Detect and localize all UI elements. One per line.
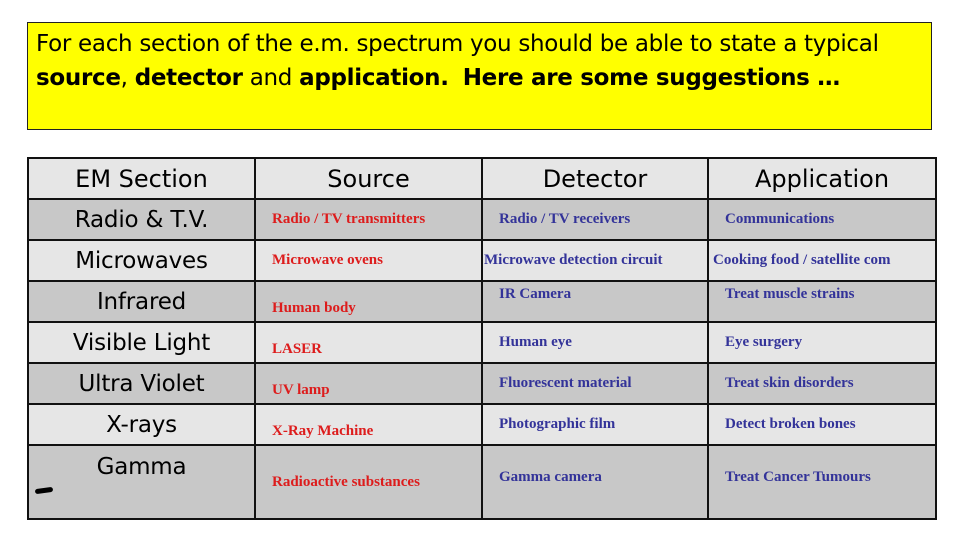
application-cell: Treat Cancer Tumours <box>707 444 937 520</box>
table-row: Radio & T.V. Radio / TV transmitters Rad… <box>27 198 937 241</box>
intro-text: and <box>242 65 300 91</box>
source-cell: UV lamp <box>254 362 483 405</box>
application-cell: Treat muscle strains <box>707 280 937 323</box>
detector-cell: Photographic film <box>481 403 709 446</box>
header-source: Source <box>254 157 483 200</box>
section-cell: Radio & T.V. <box>27 198 256 241</box>
section-cell: Infrared <box>27 280 256 323</box>
table-row: Ultra Violet UV lamp Fluorescent materia… <box>27 362 937 405</box>
section-label: Gamma <box>96 454 187 480</box>
detector-cell: Microwave detection circuit <box>481 239 709 282</box>
intro-bold-application: application. <box>299 65 449 91</box>
intro-text: For each section of the e.m. spectrum yo… <box>36 31 879 57</box>
source-cell: LASER <box>254 321 483 364</box>
table-row: Microwaves Microwave ovens Microwave det… <box>27 239 937 282</box>
detector-cell: Fluorescent material <box>481 362 709 405</box>
section-cell: Gamma <box>27 444 256 520</box>
table-row: Infrared Human body IR Camera Treat musc… <box>27 280 937 323</box>
detector-cell: Gamma camera <box>481 444 709 520</box>
section-cell: Visible Light <box>27 321 256 364</box>
em-spectrum-table: EM Section Source Detector Application R… <box>27 157 937 520</box>
detector-cell: Radio / TV receivers <box>481 198 709 241</box>
application-cell: Treat skin disorders <box>707 362 937 405</box>
header-em-section: EM Section <box>27 157 256 200</box>
table-row: Visible Light LASER Human eye Eye surger… <box>27 321 937 364</box>
section-cell: Microwaves <box>27 239 256 282</box>
intro-bold-detector: detector <box>134 65 243 91</box>
application-cell: Detect broken bones <box>707 403 937 446</box>
source-cell: Radioactive substances <box>254 444 483 520</box>
detector-cell: Human eye <box>481 321 709 364</box>
application-cell: Communications <box>707 198 937 241</box>
source-cell: X-Ray Machine <box>254 403 483 446</box>
application-cell: Eye surgery <box>707 321 937 364</box>
table-header-row: EM Section Source Detector Application <box>27 157 937 200</box>
intro-text: , <box>120 65 135 91</box>
dash-mark-icon <box>34 486 54 495</box>
intro-bold-source: source <box>36 65 121 91</box>
table-row: Gamma Radioactive substances Gamma camer… <box>27 444 937 520</box>
detector-cell: IR Camera <box>481 280 709 323</box>
intro-bold-suggestions: Here are some suggestions … <box>462 65 841 91</box>
source-cell: Human body <box>254 280 483 323</box>
section-cell: Ultra Violet <box>27 362 256 405</box>
intro-text <box>449 65 463 91</box>
intro-callout: For each section of the e.m. spectrum yo… <box>27 22 932 130</box>
table-row: X-rays X-Ray Machine Photographic film D… <box>27 403 937 446</box>
source-cell: Radio / TV transmitters <box>254 198 483 241</box>
source-cell: Microwave ovens <box>254 239 483 282</box>
application-cell: Cooking food / satellite com <box>707 239 937 282</box>
header-application: Application <box>707 157 937 200</box>
section-cell: X-rays <box>27 403 256 446</box>
header-detector: Detector <box>481 157 709 200</box>
